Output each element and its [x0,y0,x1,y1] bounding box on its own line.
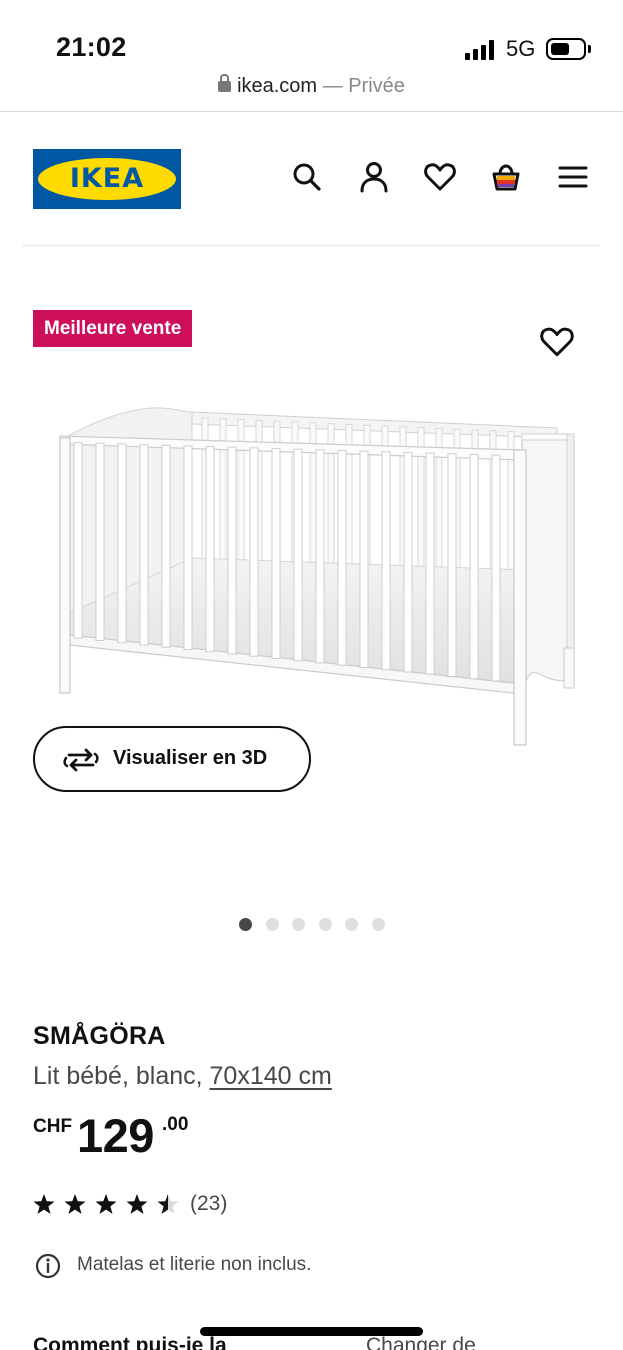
how-to-get-link[interactable]: Comment puis-je la [33,1334,227,1350]
rating-stars[interactable] [33,1192,183,1218]
logo-text: IKEA [69,163,145,194]
star-icon-filled [126,1194,148,1214]
gallery-dot[interactable] [318,918,332,931]
product-name: SMÅGÖRA [33,1022,166,1050]
site-header: IKEA [0,112,623,242]
search-icon[interactable] [290,160,324,194]
notice-text: Matelas et literie non inclus. [77,1254,312,1275]
gallery-dot[interactable] [292,918,306,931]
price-currency: CHF [33,1116,73,1137]
status-time: 21:02 [56,32,127,62]
review-count[interactable]: (23) [190,1192,227,1216]
cart-icon[interactable] [489,160,523,194]
change-store-link[interactable]: Changer de [366,1334,476,1350]
gallery-dot[interactable] [239,918,252,931]
account-icon[interactable] [357,160,391,194]
url-domain: ikea.com [237,75,318,97]
product-size-link[interactable]: 70x140 cm [210,1062,332,1090]
network-type: 5G [506,36,536,61]
product-type: Lit bébé, blanc, [33,1062,210,1090]
menu-icon[interactable] [556,160,590,194]
info-icon [35,1253,61,1279]
status-bar: 21:02 5G [0,0,623,70]
wishlist-heart-icon[interactable] [423,160,457,194]
star-icon-filled [95,1194,117,1214]
signal-icon [465,40,497,60]
url-bar[interactable]: ikea.com — Privée [0,70,623,112]
view-3d-button[interactable]: Visualiser en 3D [33,726,311,792]
header-divider [22,244,600,247]
private-mode-label: Privée [348,75,405,97]
price-integer: 129 [77,1109,154,1162]
heart-icon[interactable] [539,324,575,360]
gallery-dot[interactable] [372,918,385,931]
view-3d-label: Visualiser en 3D [113,747,268,769]
lock-icon [218,74,232,92]
ikea-logo[interactable]: IKEA [33,149,181,209]
bestseller-badge: Meilleure vente [33,310,193,347]
crib-image[interactable] [52,398,582,748]
home-indicator [200,1327,423,1336]
battery-icon [546,38,586,60]
star-icon-filled [64,1194,86,1214]
product-description: Lit bébé, blanc, 70x140 cm [33,1062,332,1091]
gallery-dot[interactable] [265,918,279,931]
price-decimal: .00 [162,1114,189,1135]
star-icon-filled [33,1194,55,1214]
rotate-3d-icon [63,748,99,772]
url-separator: — [317,75,349,97]
gallery-dot[interactable] [345,918,359,931]
